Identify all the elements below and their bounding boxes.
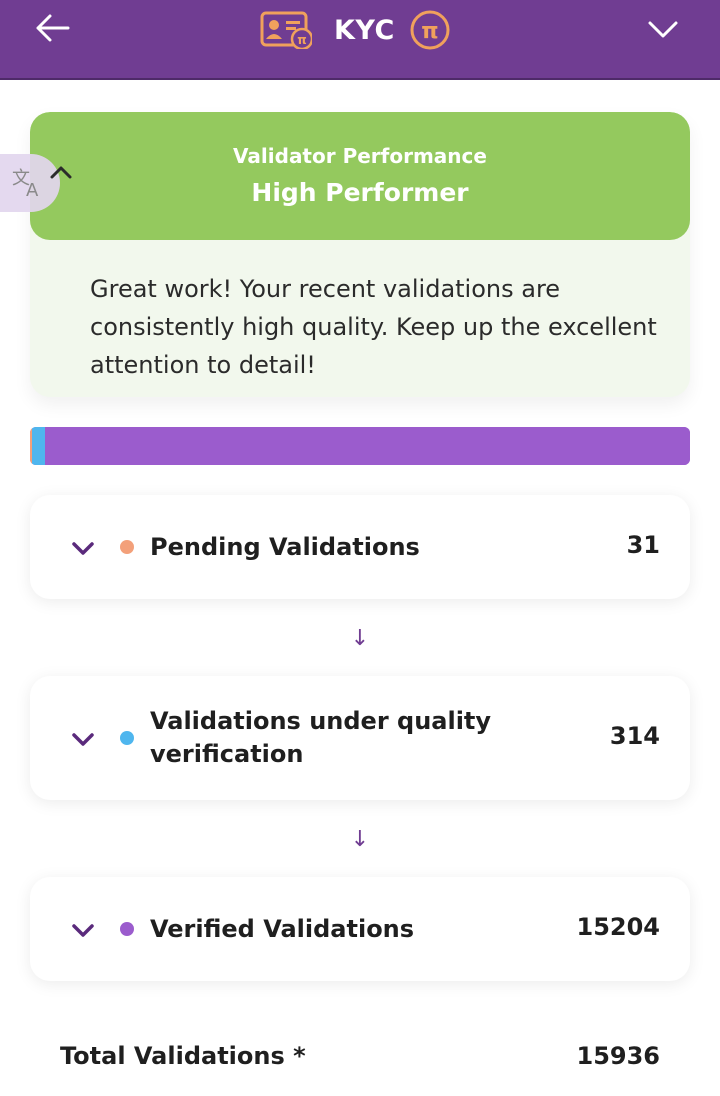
performance-status: High Performer [251,178,469,207]
validation-label: Verified Validations [150,915,415,943]
chevron-down-icon[interactable] [70,539,96,557]
svg-text:π: π [297,33,307,47]
chevron-down-icon[interactable] [70,730,96,748]
total-validations-value: 15936 [576,1042,661,1070]
progress-segment [32,427,45,465]
performance-message: Great work! Your recent validations are … [90,275,657,379]
svg-text:A: A [26,180,39,201]
header-title-group: π KYC π [260,10,451,50]
total-validations-label: Total Validations * [60,1042,306,1070]
page-title: KYC [334,14,395,46]
flow-arrow-icon: ↓ [350,827,370,852]
pending-validations-card[interactable]: Pending Validations 31 [30,495,690,599]
pi-coin-icon: π [410,10,450,50]
chevron-down-icon[interactable] [70,921,96,939]
flow-arrow-icon: ↓ [350,626,370,651]
status-dot [120,731,134,745]
validation-progress-bar [30,427,690,465]
validation-count: 31 [626,531,660,559]
chevron-up-icon[interactable] [48,162,74,182]
validation-count: 314 [609,722,660,750]
status-dot [120,540,134,554]
back-arrow-icon[interactable] [32,8,72,48]
performance-header[interactable]: Validator Performance High Performer [30,112,690,240]
chevron-down-icon[interactable] [646,14,680,44]
verified-validations-card[interactable]: Verified Validations 15204 [30,877,690,981]
id-card-icon: π [260,11,312,49]
svg-text:π: π [421,19,438,44]
status-dot [120,922,134,936]
performance-kicker: Validator Performance [233,144,487,168]
validation-label: Validations under quality verification [150,707,492,768]
validation-label: Pending Validations [150,533,420,561]
app-header: π KYC π [0,0,720,80]
validator-performance-card: Validator Performance High Performer Gre… [30,112,690,397]
validation-count: 15204 [576,913,661,941]
progress-segment [45,427,690,465]
quality-verification-card[interactable]: Validations under quality verification 3… [30,676,690,800]
